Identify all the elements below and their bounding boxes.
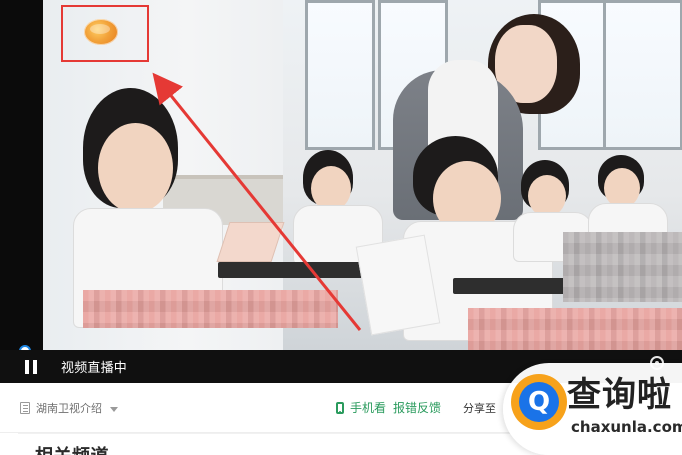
mobile-watch-link[interactable]: 手机看 [336, 399, 386, 416]
hunan-tv-logo-icon [84, 19, 118, 45]
channel-intro[interactable]: 湖南卫视介绍 [20, 400, 118, 416]
chevron-down-icon [110, 406, 118, 412]
report-feedback-link[interactable]: 报错反馈 [393, 399, 441, 416]
pause-button[interactable] [16, 350, 46, 383]
pixelated-region [563, 232, 682, 302]
phone-icon [336, 401, 344, 414]
page: 视频直播中 湖南卫视介绍 手机看 报错反馈 分享至 相关频道 Q 查询啦 cha… [0, 0, 682, 455]
site-watermark: Q 查询啦 chaxunla.com [503, 363, 682, 455]
mobile-watch-label: 手机看 [350, 401, 387, 415]
watermark-search-icon: Q [519, 382, 559, 422]
video-player[interactable]: 视频直播中 [0, 0, 682, 383]
live-status-text: 视频直播中 [61, 361, 128, 376]
pause-icon [25, 359, 37, 374]
watermark-domain: chaxunla.com [571, 418, 682, 436]
classroom-window [305, 0, 375, 150]
channel-intro-label: 湖南卫视介绍 [36, 402, 102, 415]
watermark-title: 查询啦 [567, 375, 672, 415]
pixelated-region [468, 308, 682, 350]
classroom-window [603, 0, 682, 150]
logo-highlight-box [61, 5, 149, 62]
watermark-logo-icon: Q [511, 374, 567, 430]
doc-icon [20, 402, 30, 414]
report-feedback-label: 报错反馈 [393, 401, 442, 415]
share-label: 分享至 [463, 402, 496, 415]
section-title: 相关频道 [35, 442, 109, 455]
pixelated-region [83, 290, 338, 328]
